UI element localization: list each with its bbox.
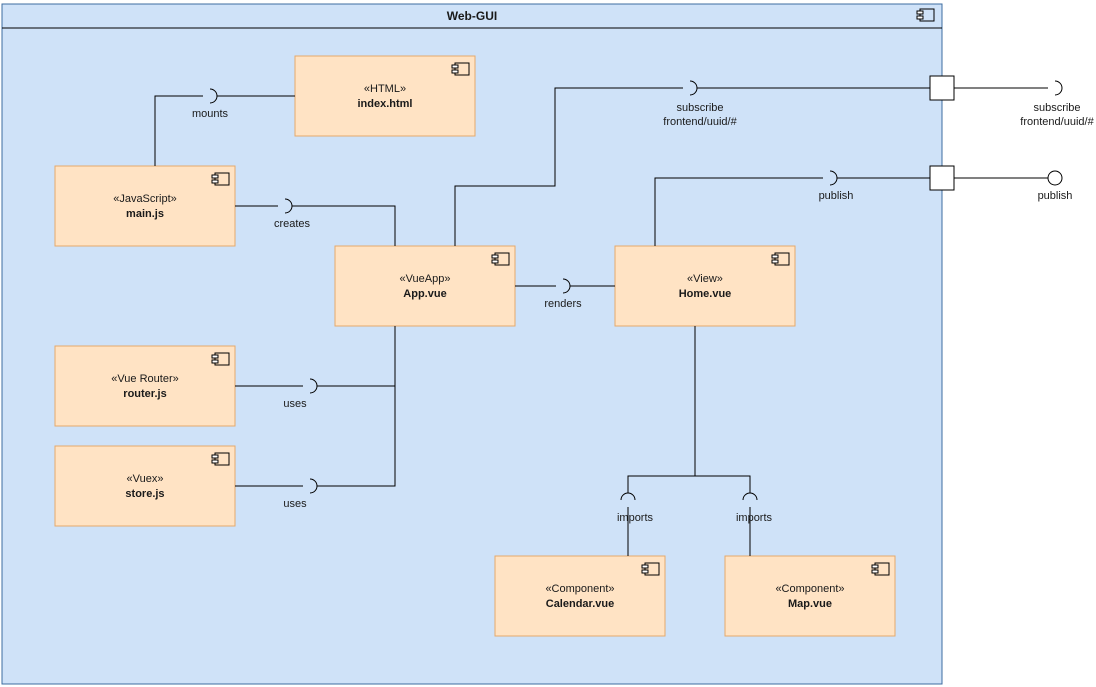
label-subscribe: subscribe (676, 102, 723, 114)
component-store-js: «Vuex» store.js (55, 446, 235, 526)
edge-subscribe-external: subscribe frontend/uuid/# (954, 81, 1095, 128)
name-html: index.html (357, 98, 412, 110)
container-title: Web-GUI (447, 9, 497, 23)
label-publish2: publish (1038, 190, 1073, 202)
port-subscribe (930, 76, 954, 100)
component-main-js: «JavaScript» main.js (55, 166, 235, 246)
stereo-app: «VueApp» (400, 273, 451, 285)
name-store: store.js (125, 488, 164, 500)
component-map-vue: «Component» Map.vue (725, 556, 895, 636)
name-home: Home.vue (679, 288, 732, 300)
component-index-html: «HTML» index.html (295, 56, 475, 136)
edge-publish-external: publish (954, 171, 1072, 202)
label-creates: creates (274, 218, 311, 230)
component-app-vue: «VueApp» App.vue (335, 246, 515, 326)
component-home-vue: «View» Home.vue (615, 246, 795, 326)
label-subscribe2: subscribe (1033, 102, 1080, 114)
label-subscribe-topic: frontend/uuid/# (663, 116, 737, 128)
name-app: App.vue (403, 288, 446, 300)
component-calendar-vue: «Component» Calendar.vue (495, 556, 665, 636)
name-map: Map.vue (788, 598, 832, 610)
label-imports2: imports (736, 512, 773, 524)
component-router-js: «Vue Router» router.js (55, 346, 235, 426)
name-main: main.js (126, 208, 164, 220)
name-cal: Calendar.vue (546, 598, 614, 610)
stereo-cal: «Component» (545, 583, 614, 595)
label-publish: publish (819, 190, 854, 202)
diagram-canvas: Web-GUI «HTML» index.html «JavaScript» m… (0, 0, 1096, 687)
label-subscribe2-topic: frontend/uuid/# (1020, 116, 1094, 128)
stereo-map: «Component» (775, 583, 844, 595)
stereo-main: «JavaScript» (113, 193, 177, 205)
stereo-router: «Vue Router» (111, 373, 178, 385)
label-imports1: imports (617, 512, 654, 524)
port-publish (930, 166, 954, 190)
stereo-html: «HTML» (364, 83, 406, 95)
label-uses1: uses (283, 398, 307, 410)
name-router: router.js (123, 388, 166, 400)
stereo-store: «Vuex» (127, 473, 164, 485)
stereo-home: «View» (687, 273, 723, 285)
label-uses2: uses (283, 498, 307, 510)
label-renders: renders (544, 298, 582, 310)
label-mounts: mounts (192, 108, 229, 120)
